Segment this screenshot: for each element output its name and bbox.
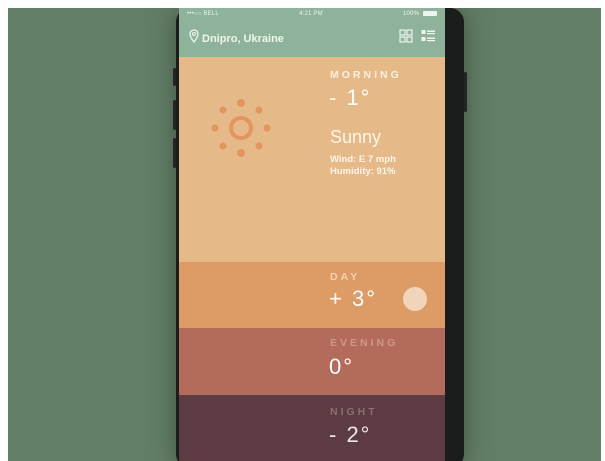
phone-side-button xyxy=(173,68,176,86)
weather-condition: Sunny xyxy=(330,127,382,147)
evening-label: EVENING xyxy=(330,337,399,349)
morning-temperature: - 1° xyxy=(329,85,372,110)
phone-side-button xyxy=(173,138,176,168)
battery-percent: 100% xyxy=(402,11,420,18)
morning-label: MORNING xyxy=(330,69,402,81)
wind-info: Wind: E 7 mph xyxy=(330,154,396,165)
app-header: Dnipro, Ukraine xyxy=(179,20,445,57)
sun-icon xyxy=(206,95,276,166)
battery-status: 100% xyxy=(402,10,437,18)
status-bar: •••○○ BELL 4:21 PM 100% xyxy=(179,8,445,20)
carrier-label: •••○○ BELL xyxy=(187,11,219,17)
phone-side-button xyxy=(464,72,467,112)
day-label: DAY xyxy=(330,271,361,283)
night-panel[interactable]: NIGHT - 2° xyxy=(179,395,445,461)
night-temperature: - 2° xyxy=(329,422,372,447)
humidity-info: Humidity: 91% xyxy=(330,166,396,177)
day-temperature: + 3° xyxy=(329,286,377,311)
location-pin-icon xyxy=(189,29,199,48)
clock: 4:21 PM xyxy=(299,11,323,17)
app-screen: •••○○ BELL 4:21 PM 100% Dnipro, Ukraine xyxy=(179,8,445,461)
battery-icon xyxy=(423,10,437,16)
grid-view-icon[interactable] xyxy=(399,29,413,48)
evening-panel[interactable]: EVENING 0° xyxy=(179,328,445,395)
phone-side-button xyxy=(173,100,176,130)
location-button[interactable]: Dnipro, Ukraine xyxy=(202,33,284,45)
moon-icon xyxy=(403,287,427,311)
day-panel[interactable]: DAY + 3° xyxy=(179,262,445,328)
evening-temperature: 0° xyxy=(329,354,355,379)
list-view-icon[interactable] xyxy=(421,29,435,48)
night-label: NIGHT xyxy=(330,406,378,418)
morning-panel[interactable]: MORNING - 1° Sunny Wind: E 7 mph Humidit… xyxy=(179,57,445,262)
